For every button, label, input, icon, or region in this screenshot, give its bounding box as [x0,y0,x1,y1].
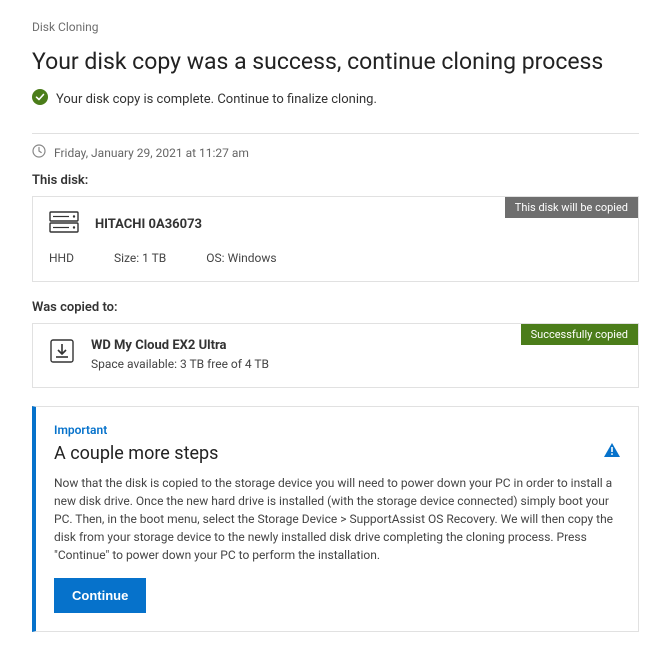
disk-icon [49,211,79,237]
dest-section-label: Was copied to: [32,300,639,315]
source-type: HHD [49,251,74,265]
status-text: Your disk copy is complete. Continue to … [56,92,377,107]
storage-download-icon [49,338,75,368]
important-title: A couple more steps [54,443,620,464]
separator [32,133,639,134]
dest-disk-card: Successfully copied WD My Cloud EX2 Ultr… [32,323,639,388]
status-line: Your disk copy is complete. Continue to … [32,89,639,109]
check-circle-icon [32,89,48,109]
source-tag: This disk will be copied [505,197,638,218]
important-box: Important A couple more steps Now that t… [32,406,639,632]
clock-icon [32,144,46,161]
dest-disk-name: WD My Cloud EX2 Ultra [91,338,269,353]
source-os: OS: Windows [206,251,276,265]
page-title: Your disk copy was a success, continue c… [32,48,639,75]
source-section-label: This disk: [32,173,639,188]
source-size: Size: 1 TB [114,251,166,265]
dest-tag: Successfully copied [521,324,638,345]
dest-space: Space available: 3 TB free of 4 TB [91,357,269,371]
source-disk-card: This disk will be copied HITACHI 0A36073… [32,196,639,282]
timestamp-text: Friday, January 29, 2021 at 11:27 am [54,146,249,160]
warning-icon [604,443,620,461]
important-label: Important [54,423,620,437]
source-disk-name: HITACHI 0A36073 [95,217,202,232]
timestamp-line: Friday, January 29, 2021 at 11:27 am [32,144,639,161]
important-body: Now that the disk is copied to the stora… [54,474,620,564]
breadcrumb: Disk Cloning [32,20,639,34]
